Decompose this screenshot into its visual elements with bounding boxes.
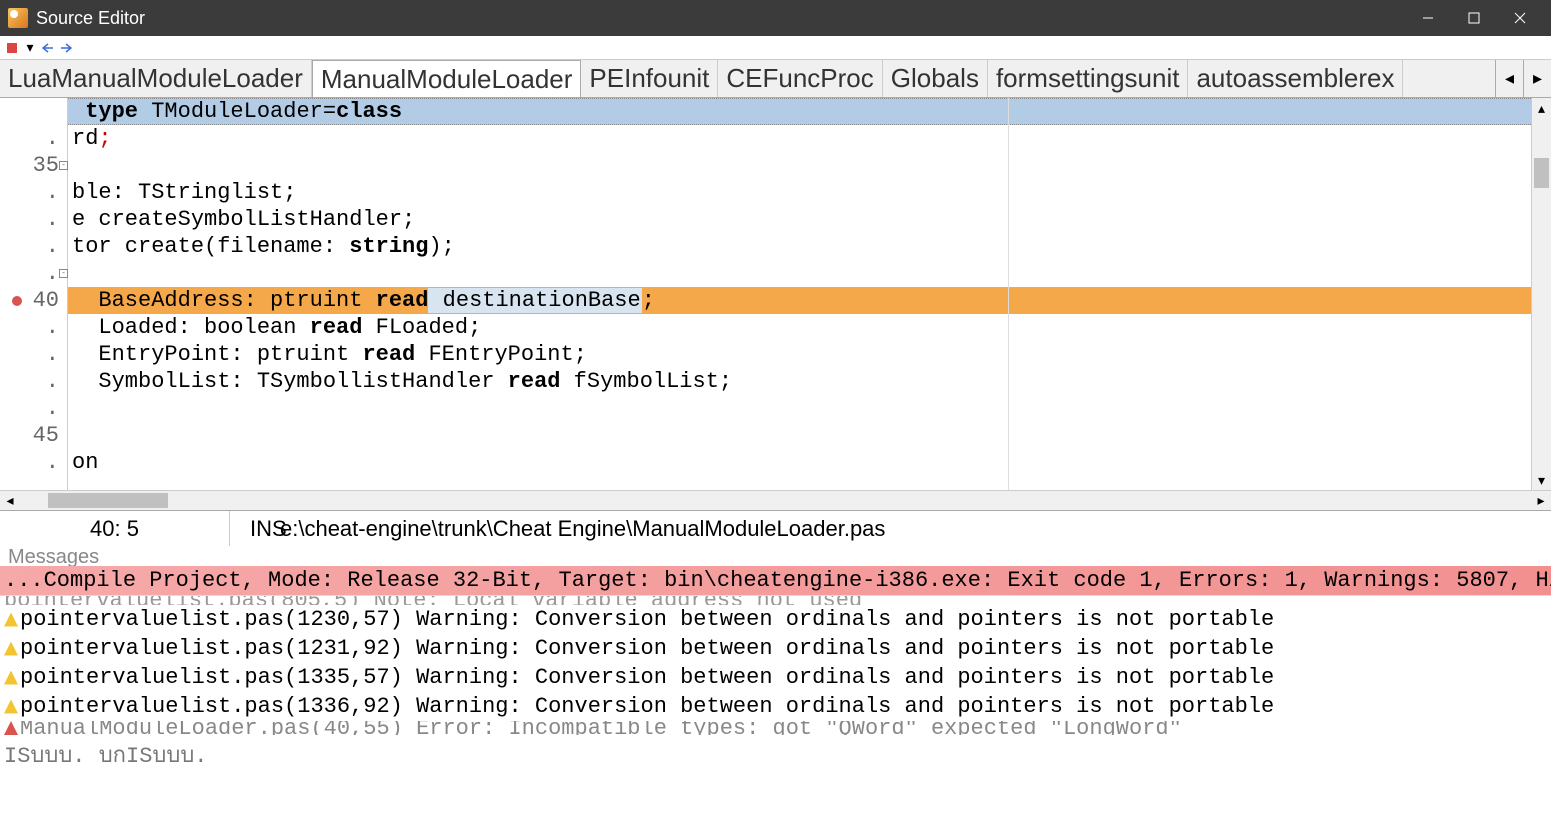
- scrollbar-thumb[interactable]: [1534, 158, 1549, 188]
- gutter-row: .: [0, 206, 67, 233]
- tab-cefuncproc[interactable]: CEFuncProc: [718, 60, 882, 97]
- code-line[interactable]: rd;: [68, 125, 1531, 152]
- warning-icon: [4, 671, 18, 685]
- titlebar: Source Editor: [0, 0, 1551, 36]
- gutter-row: .: [0, 449, 67, 476]
- scroll-down-icon[interactable]: ▾: [1532, 470, 1551, 490]
- scroll-up-icon[interactable]: ▴: [1532, 98, 1551, 118]
- message-warning[interactable]: pointervaluelist.pas(1230,57) Warning: C…: [0, 605, 1551, 634]
- maximize-button[interactable]: [1451, 0, 1497, 36]
- scroll-right-icon[interactable]: ▸: [1531, 492, 1551, 509]
- message-warning[interactable]: pointervaluelist.pas(1335,57) Warning: C…: [0, 663, 1551, 692]
- status-filepath: e:\cheat-engine\trunk\Cheat Engine\Manua…: [280, 511, 905, 546]
- scrollbar-thumb[interactable]: [48, 493, 168, 508]
- code-line[interactable]: [68, 260, 1531, 287]
- code-line[interactable]: [68, 395, 1531, 422]
- minimize-button[interactable]: [1405, 0, 1451, 36]
- close-button[interactable]: [1497, 0, 1543, 36]
- background-text: ISบบบ. บกISบบบ.: [0, 735, 1551, 774]
- gutter: . 35- . . . .- 40 . . . . 45 .: [0, 98, 68, 490]
- app-icon: [8, 8, 28, 28]
- message-warning[interactable]: pointervaluelist.pas(1231,92) Warning: C…: [0, 634, 1551, 663]
- gutter-row: .: [0, 179, 67, 206]
- message-row[interactable]: pointervaluelist.pas(805,5) Note: Local …: [0, 595, 1551, 605]
- message-error[interactable]: ManualModuleLoader.pas(40,55) Error: Inc…: [0, 721, 1551, 735]
- back-icon[interactable]: [40, 40, 56, 56]
- fold-icon[interactable]: -: [59, 161, 68, 170]
- warning-icon: [4, 613, 18, 627]
- code-line[interactable]: Loaded: boolean read FLoaded;: [68, 314, 1531, 341]
- editor-area: . 35- . . . .- 40 . . . . 45 . type TMod…: [0, 98, 1551, 490]
- messages-title: Messages: [0, 546, 1551, 566]
- tab-manualmoduleloader[interactable]: ManualModuleLoader: [312, 60, 582, 97]
- code-line[interactable]: EntryPoint: ptruint read FEntryPoint;: [68, 341, 1531, 368]
- scrollbar-track[interactable]: [20, 491, 1531, 510]
- tab-bar: LuaManualModuleLoader ManualModuleLoader…: [0, 60, 1551, 98]
- marker-icon[interactable]: [4, 40, 20, 56]
- warning-icon: [4, 642, 18, 656]
- gutter-row: .: [0, 314, 67, 341]
- gutter-row: .: [0, 341, 67, 368]
- tab-peinfounit[interactable]: PEInfounit: [581, 60, 718, 97]
- gutter-row: .-: [0, 260, 67, 287]
- status-bar: 40: 5 INS e:\cheat-engine\trunk\Cheat En…: [0, 510, 1551, 546]
- vertical-scrollbar[interactable]: ▴ ▾: [1531, 98, 1551, 490]
- tab-scroll-right[interactable]: ▸: [1523, 60, 1551, 97]
- scroll-left-icon[interactable]: ◂: [0, 492, 20, 509]
- tab-globals[interactable]: Globals: [883, 60, 988, 97]
- forward-icon[interactable]: [58, 40, 74, 56]
- print-margin: [1008, 98, 1009, 490]
- gutter-row: .: [0, 125, 67, 152]
- status-insert-mode: INS: [230, 511, 280, 546]
- error-marker-icon[interactable]: [12, 296, 22, 306]
- code-line[interactable]: [68, 422, 1531, 449]
- gutter-row: [0, 98, 67, 125]
- message-warning[interactable]: pointervaluelist.pas(1336,92) Warning: C…: [0, 692, 1551, 721]
- code-line[interactable]: e createSymbolListHandler;: [68, 206, 1531, 233]
- toolbar: ▾: [0, 36, 1551, 60]
- horizontal-scrollbar[interactable]: ◂ ▸: [0, 490, 1551, 510]
- gutter-row: .: [0, 395, 67, 422]
- warning-icon: [4, 700, 18, 714]
- gutter-row: 45: [0, 422, 67, 449]
- window-title: Source Editor: [36, 8, 145, 29]
- tab-luamanualmoduleloader[interactable]: LuaManualModuleLoader: [0, 60, 312, 97]
- messages-panel: ...Compile Project, Mode: Release 32-Bit…: [0, 566, 1551, 735]
- gutter-row: .: [0, 233, 67, 260]
- code-line[interactable]: type TModuleLoader=class: [68, 98, 1531, 125]
- code-line[interactable]: on: [68, 449, 1531, 476]
- code-line[interactable]: SymbolList: TSymbollistHandler read fSym…: [68, 368, 1531, 395]
- code-line-current[interactable]: BaseAddress: ptruint read destinationBas…: [68, 287, 1531, 314]
- tab-scroll-left[interactable]: ◂: [1495, 60, 1523, 97]
- tab-autoassemblerex[interactable]: autoassemblerex: [1188, 60, 1403, 97]
- fold-icon[interactable]: -: [59, 269, 68, 278]
- code-editor[interactable]: type TModuleLoader=class rd; ble: TStrin…: [68, 98, 1531, 490]
- gutter-row: 35-: [0, 152, 67, 179]
- message-compile-summary[interactable]: ...Compile Project, Mode: Release 32-Bit…: [0, 566, 1551, 595]
- status-position: 40: 5: [0, 511, 230, 546]
- gutter-row: 40: [0, 287, 67, 314]
- dropdown-icon[interactable]: ▾: [22, 40, 38, 56]
- code-line[interactable]: tor create(filename: string);: [68, 233, 1531, 260]
- code-line[interactable]: [68, 152, 1531, 179]
- code-line[interactable]: ble: TStringlist;: [68, 179, 1531, 206]
- error-icon: [4, 721, 18, 735]
- gutter-row: .: [0, 368, 67, 395]
- tab-formsettingsunit[interactable]: formsettingsunit: [988, 60, 1189, 97]
